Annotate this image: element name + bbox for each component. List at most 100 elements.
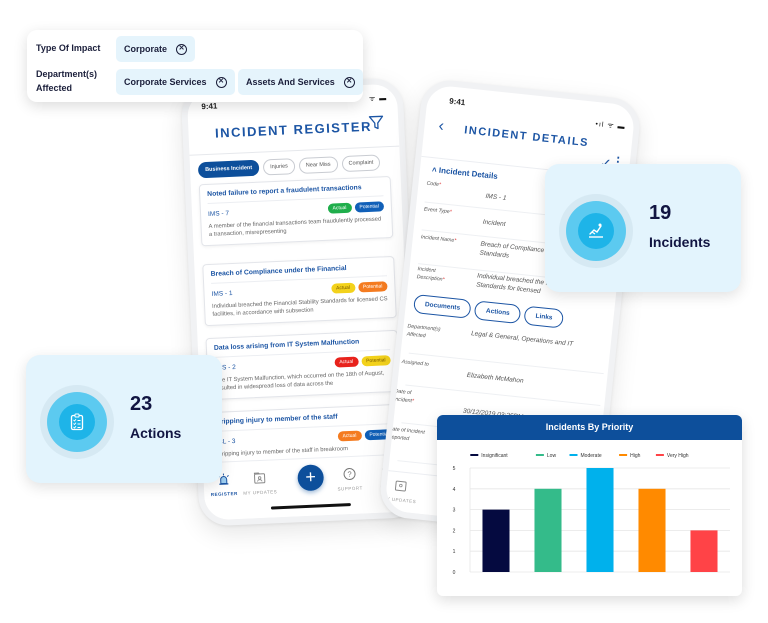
legend-label: Moderate <box>581 453 602 459</box>
section-incident-details[interactable]: ˄ Incident Details <box>432 165 499 181</box>
filter-chip-corporate-services[interactable]: Corporate Services ✕ <box>116 69 235 95</box>
incidents-count: 19 <box>649 202 672 224</box>
label-line: Affected <box>36 82 73 93</box>
legend-label: Low <box>547 453 557 459</box>
field-label: Date of Incident Reported <box>387 425 426 442</box>
nav-label: SUPPORT <box>337 485 363 492</box>
actions-stat-card[interactable]: 23 Actions <box>26 355 222 483</box>
legend-label: High <box>630 453 641 459</box>
filter-chip-corporate[interactable]: Corporate ✕ <box>116 36 196 62</box>
tab-complaint[interactable]: Complaint <box>341 154 381 173</box>
incident-title: Noted failure to report a fraudulent tra… <box>207 183 384 204</box>
field-value[interactable]: Elizabeth McMahon <box>466 372 524 387</box>
actions-label: Actions <box>130 425 182 441</box>
chip-label: Corporate <box>124 44 168 54</box>
back-button[interactable]: ‹ <box>438 118 445 136</box>
incidents-stat-card[interactable]: 19 Incidents <box>545 164 741 292</box>
slip-fall-icon <box>578 213 614 249</box>
y-tick-label: 0 <box>453 570 456 576</box>
page-title: INCIDENT DETAILS <box>463 124 590 150</box>
incident-card[interactable]: Breach of Compliance under the Financial… <box>202 255 397 327</box>
field-label: Incident Name <box>420 234 455 244</box>
y-tick-label: 5 <box>453 466 456 472</box>
tab-injuries[interactable]: Injuries <box>262 158 296 176</box>
legend-label: Very High <box>667 453 689 459</box>
actual-badge: Actual <box>334 356 359 368</box>
tab-business-incident[interactable]: Business Incident <box>197 159 260 179</box>
y-tick-label: 3 <box>453 508 456 514</box>
nav-my-updates[interactable]: MY UPDATES <box>379 477 421 505</box>
status-time: 9:41 <box>201 101 218 112</box>
field-label: Incident Description <box>416 266 443 283</box>
svg-text:?: ? <box>347 470 352 479</box>
potential-badge: Potential <box>360 355 391 367</box>
chip-label: Assets And Services <box>246 77 335 87</box>
incident-description: The IT System Malfunction, which occurre… <box>215 370 385 392</box>
tab-near-miss[interactable]: Near Miss <box>298 156 338 174</box>
y-tick-label: 4 <box>453 487 456 493</box>
bar-high: High: 4 <box>638 488 666 572</box>
chart-title: Incidents By Priority <box>437 415 742 440</box>
actions-count: 23 <box>130 393 153 415</box>
field-value[interactable]: IMS - 1 <box>485 193 507 204</box>
actual-badge: Actual <box>337 430 362 442</box>
impact-filter-panel: Type Of Impact Corporate ✕ Department(s)… <box>27 30 363 102</box>
status-icons: •ıl ᯤ ▬ <box>595 120 626 132</box>
field-value[interactable]: Incident <box>482 219 505 230</box>
filter-label-type-of-impact: Type Of Impact <box>36 43 101 53</box>
help-icon: ? <box>329 466 370 485</box>
remove-icon[interactable]: ✕ <box>343 76 355 88</box>
incident-code: IMS - 7 <box>207 209 230 218</box>
incident-code: IMS - 1 <box>211 289 233 298</box>
filter-label-departments: Department(s) Affected <box>36 68 97 96</box>
remove-icon[interactable]: ✕ <box>176 43 188 55</box>
incident-description: A member of the financial transactions t… <box>208 216 382 239</box>
plus-icon: + <box>304 466 317 487</box>
home-indicator <box>270 503 351 510</box>
field-label: Department(s) Affected <box>406 323 441 340</box>
folder-user-icon <box>380 477 422 498</box>
chip-label: Corporate Services <box>124 77 207 87</box>
status-time: 9:41 <box>448 96 466 108</box>
potential-badge: Potential <box>354 201 385 213</box>
field-label: Date of Incident <box>393 388 413 405</box>
legend-label: Insignificant <box>481 453 508 459</box>
bar-insignificant: Insignificant: 3 <box>482 509 510 572</box>
add-incident-button[interactable]: + <box>297 464 325 492</box>
incidents-by-priority-chart: Incidents By Priority Insignificant Low Mo… <box>437 415 742 596</box>
bar-moderate: Moderate: 5 <box>586 468 614 572</box>
label-line: Department(s) <box>36 69 98 79</box>
field-label: Event Type <box>423 206 450 216</box>
filter-icon[interactable] <box>368 114 385 131</box>
actual-badge: Actual <box>327 202 352 214</box>
bar-low: Low: 4 <box>534 488 562 572</box>
incident-card[interactable]: Noted failure to report a fraudulent tra… <box>198 175 394 247</box>
folder-user-icon <box>239 470 280 489</box>
category-tabs: Business Incident Injuries Near Miss Com… <box>197 154 381 179</box>
incident-title: Tripping injury to member of the staff <box>217 411 394 432</box>
nav-label: MY UPDATES <box>243 489 278 496</box>
nav-my-updates[interactable]: MY UPDATES <box>239 470 280 496</box>
filter-chip-assets-and-services[interactable]: Assets And Services ✕ <box>238 69 363 95</box>
chart-plot: Insignificant Low Moderate High Very High 0 1 2… <box>453 453 730 576</box>
bar-very-high: Very High: 2 <box>690 530 718 572</box>
links-button[interactable]: Links <box>523 305 565 329</box>
actual-badge: Actual <box>330 282 356 294</box>
status-icons: ᯤ ▬ <box>368 95 388 103</box>
nav-support[interactable]: ? SUPPORT <box>329 466 370 492</box>
y-tick-label: 2 <box>453 528 456 534</box>
incident-title: Breach of Compliance under the Financial <box>210 263 387 284</box>
incidents-label: Incidents <box>649 234 711 250</box>
remove-icon[interactable]: ✕ <box>215 76 227 88</box>
potential-badge: Potential <box>357 281 388 293</box>
field-value[interactable]: Legal & General, Operations and IT <box>471 330 611 353</box>
y-tick-label: 1 <box>453 549 456 555</box>
incident-card[interactable]: Data loss arising from IT System Malfunc… <box>205 329 401 401</box>
actions-button[interactable]: Actions <box>474 300 522 325</box>
nav-label: REGISTER <box>210 490 238 498</box>
clipboard-checklist-icon <box>59 404 95 440</box>
incident-title: Data loss arising from IT System Malfunc… <box>213 337 391 358</box>
field-label: Assigned to <box>401 358 430 368</box>
section-title: Incident Details <box>438 165 499 181</box>
page-title: INCIDENT REGISTER <box>214 118 373 141</box>
